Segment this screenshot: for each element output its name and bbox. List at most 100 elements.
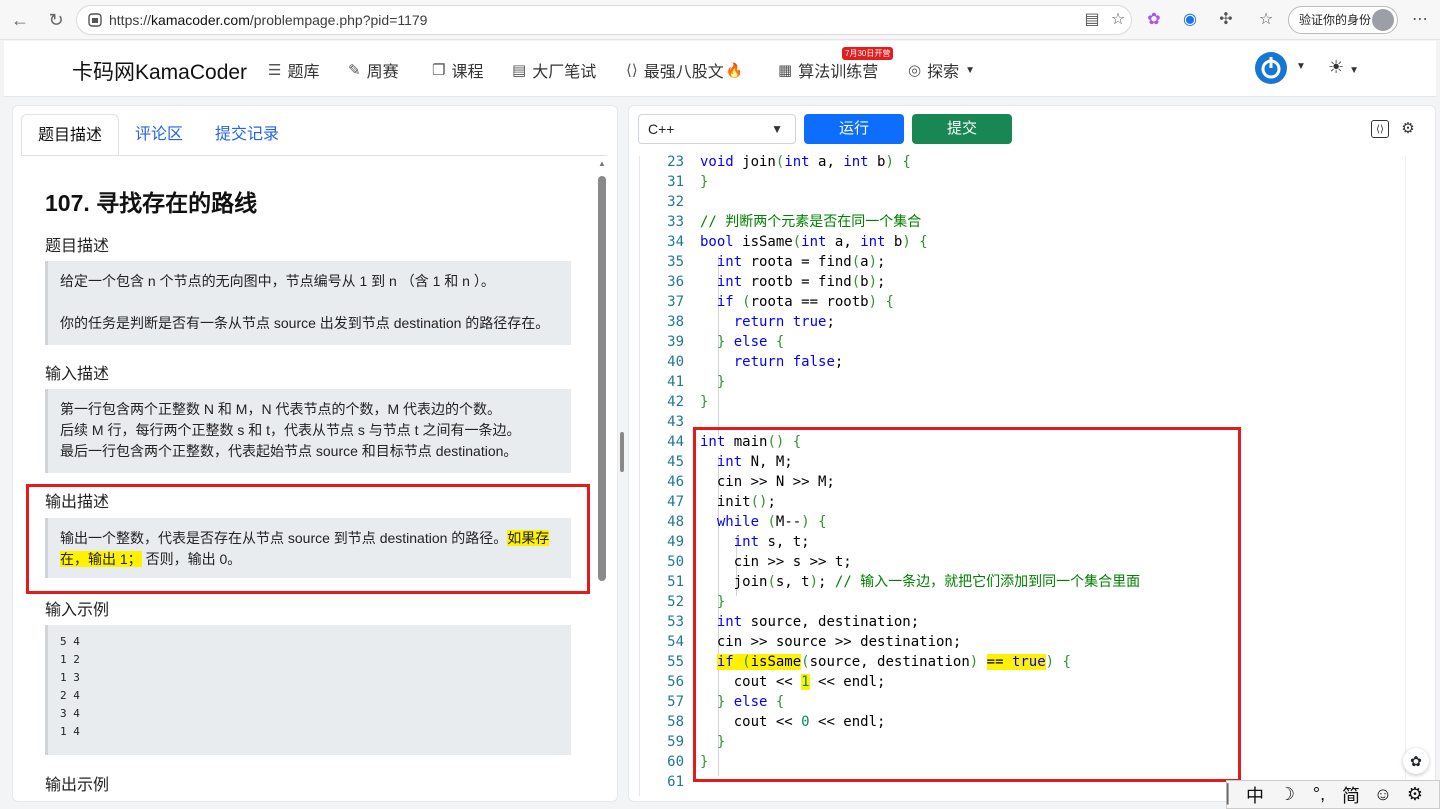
input-text-2: 后续 M 行，每行两个正整数 s 和 t，代表从节点 s 与节点 t 之间有一条… (60, 422, 521, 438)
nav-baguwen[interactable]: ⟨⟩ 最强八股文 🔥 (626, 58, 743, 82)
desc-text-2: 你的任务是判断是否有一条从节点 source 出发到节点 destination… (60, 315, 550, 331)
input-text-3: 最后一行包含两个正整数，代表起始节点 source 和目标节点 destinat… (60, 443, 518, 459)
sample-line: 5 4 (60, 635, 80, 648)
editor-scrollbar[interactable] (1405, 156, 1419, 796)
theme-sun-icon[interactable]: ☀ ▼ (1328, 57, 1359, 78)
site-info-icon[interactable] (87, 12, 103, 28)
compass-icon: ◎ (908, 62, 922, 79)
nav-label: 探索 (927, 64, 960, 81)
user-caret-icon[interactable]: ▼ (1296, 61, 1306, 72)
user-power-icon[interactable] (1254, 51, 1288, 85)
code-line: 34 bool isSame(int a, int b) { (667, 234, 928, 250)
code-line: 38 return true; (667, 314, 835, 330)
code-line: 41 } (667, 374, 726, 390)
chevron-down-icon: ▼ (771, 122, 783, 136)
ime-settings-icon[interactable]: ⚙ (1399, 784, 1431, 805)
desc-text-1: 给定一个包含 n 个节点的无向图中，节点编号从 1 到 n （含 1 和 n ）… (60, 273, 495, 289)
ime-emoji-icon[interactable]: ☺ (1367, 784, 1399, 805)
caret-down-icon: ▼ (965, 64, 976, 76)
nav-problems[interactable]: ☰ 题库 (268, 58, 319, 82)
url-host: kamacoder.com (151, 12, 250, 28)
ime-moon-icon[interactable]: ☽ (1271, 784, 1303, 805)
code-line: 31} (667, 174, 709, 190)
url-text[interactable]: https://kamacoder.com/problempage.php?pi… (109, 12, 427, 28)
sample-line: 1 3 (60, 671, 80, 684)
sample-output-label: 输出示例 (45, 777, 110, 794)
language-value: C++ (648, 121, 675, 137)
site-header: 卡码网KamaCoder ☰ 题库 ✎ 周赛 ❐ 课程 ▤ 大厂笔试 ⟨⟩ 最强八股文 🔥 … (4, 41, 1436, 97)
favorites-icon[interactable]: ☆ (1256, 10, 1276, 30)
fire-icon: 🔥 (725, 61, 744, 78)
code-line: 39 } else { (667, 334, 785, 350)
camp-badge: 7月30日开营 (842, 47, 894, 60)
nav-camp[interactable]: ▦ 算法训练营 (778, 58, 878, 82)
desc-label: 题目描述 (45, 238, 110, 255)
annotation-output-box (26, 484, 590, 594)
profile-button[interactable]: 验证你的身份 (1288, 6, 1398, 34)
favorite-star-icon[interactable]: ☆ (1108, 10, 1128, 30)
nav-exams[interactable]: ▤ 大厂笔试 (512, 58, 596, 82)
nav-label: 题库 (287, 64, 320, 81)
input-label: 输入描述 (45, 366, 110, 383)
tab-comments[interactable]: 评论区 (119, 114, 199, 156)
ime-mode-icon[interactable]: 中 (1239, 782, 1271, 808)
nav-label: 算法训练营 (798, 64, 879, 81)
problem-tabs: 题目描述 评论区 提交记录 (21, 114, 295, 156)
ime-handle[interactable]: ▏ (1227, 784, 1241, 805)
calendar-icon: ▦ (778, 62, 793, 79)
reader-icon[interactable]: ▤ (1082, 10, 1102, 30)
code-line: 40 return false; (667, 354, 844, 370)
extension-w-icon[interactable]: ◉ (1180, 10, 1200, 30)
site-logo[interactable]: 卡码网KamaCoder (72, 56, 247, 86)
extension-brain-icon[interactable]: ✿ (1144, 10, 1164, 30)
extensions-puzzle-icon[interactable]: ✣ (1216, 10, 1236, 30)
tab-submissions[interactable]: 提交记录 (199, 114, 295, 156)
code-file-icon: ⟨⟩ (626, 62, 638, 79)
nav-weekly[interactable]: ✎ 周赛 (348, 58, 399, 82)
sample-line: 1 4 (60, 725, 80, 738)
submit-button[interactable]: 提交 (912, 114, 1012, 144)
sample-line: 3 4 (60, 707, 80, 720)
language-select[interactable]: C++ ▼ (638, 114, 796, 144)
editor-panel: C++ ▼ 运行 提交 ⟨⟩ ⚙ 23 void join(int a, int b… (628, 105, 1436, 802)
tab-description[interactable]: 题目描述 (21, 114, 120, 156)
scroll-up-icon[interactable]: ▲ (598, 159, 606, 168)
code-view-icon[interactable]: ⟨⟩ (1371, 120, 1389, 138)
nav-explore[interactable]: ◎ 探索 ▼ (908, 58, 975, 82)
back-icon[interactable]: ← (8, 8, 32, 32)
browser-toolbar: ← ↻ https://kamacoder.com/problempage.ph… (0, 0, 1440, 40)
annotation-main-box (693, 427, 1241, 782)
run-button[interactable]: 运行 (804, 114, 904, 144)
code-line: 42} (667, 394, 709, 410)
assistant-brain-icon[interactable]: ✿ (1403, 748, 1429, 774)
sample-input-box: 5 4 1 2 1 3 2 4 3 4 1 4 (45, 625, 571, 755)
code-line: 23 void join(int a, int b) { (667, 154, 911, 170)
profile-label: 验证你的身份 (1299, 13, 1372, 27)
nav-label: 最强八股文 (643, 64, 724, 81)
code-line: 33// 判断两个元素是否在同一个集合 (667, 214, 922, 230)
nav-label: 周赛 (366, 64, 399, 81)
sample-input-label: 输入示例 (45, 602, 110, 619)
panel-splitter[interactable] (620, 432, 624, 472)
sample-line: 2 4 (60, 689, 80, 702)
address-bar[interactable]: https://kamacoder.com/problempage.php?pi… (76, 5, 1132, 35)
document-icon: ▤ (512, 62, 527, 79)
nav-label: 课程 (451, 64, 484, 81)
input-text-1: 第一行包含两个正整数 N 和 M，N 代表节点的个数，M 代表边的个数。 (60, 401, 501, 417)
ime-simplified-icon[interactable]: 简 (1335, 782, 1367, 808)
left-scrollbar-thumb[interactable] (598, 176, 606, 581)
more-menu-icon[interactable]: ⋯ (1410, 10, 1430, 30)
desc-box: 给定一个包含 n 个节点的无向图中，节点编号从 1 到 n （含 1 和 n ）… (45, 261, 571, 345)
ime-punct-icon[interactable]: °, (1303, 784, 1335, 805)
problem-title: 107. 寻找存在的路线 (45, 190, 258, 216)
nav-label: 大厂笔试 (532, 64, 597, 81)
url-path: /problempage.php?pid=1179 (249, 12, 428, 28)
reload-icon[interactable]: ↻ (44, 8, 68, 32)
input-box: 第一行包含两个正整数 N 和 M，N 代表节点的个数，M 代表边的个数。 后续 … (45, 389, 571, 473)
list-icon: ☰ (268, 62, 282, 79)
nav-courses[interactable]: ❐ 课程 (432, 58, 483, 82)
avatar (1372, 9, 1394, 31)
settings-gear-icon[interactable]: ⚙ (1399, 120, 1417, 138)
ime-toolbar: ▏ 中 ☽ °, 简 ☺ ⚙ (1226, 780, 1440, 809)
code-line: 35 int roota = find(a); (667, 254, 886, 270)
